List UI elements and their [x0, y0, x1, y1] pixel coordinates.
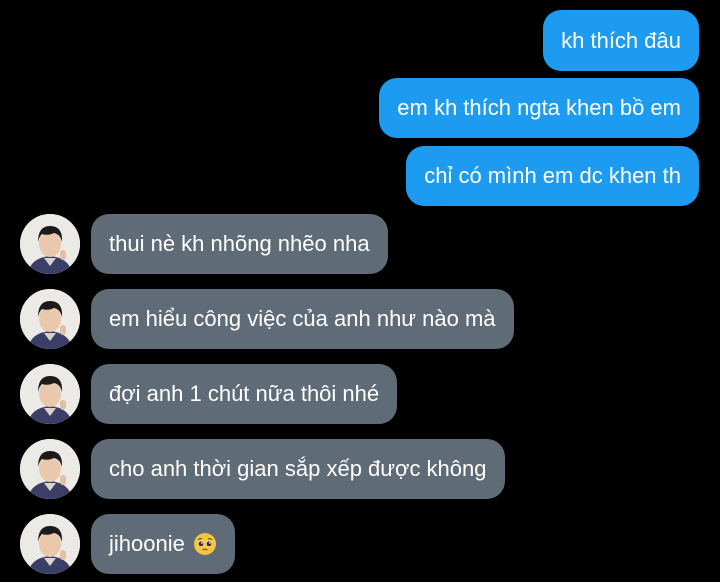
avatar-photo-icon [20, 439, 80, 499]
sent-message-bubble[interactable]: em kh thích ngta khen bồ em [379, 78, 699, 138]
message-text: đợi anh 1 chút nữa thôi nhé [109, 381, 380, 406]
avatar[interactable] [20, 514, 80, 574]
received-message-bubble[interactable]: đợi anh 1 chút nữa thôi nhé [91, 364, 398, 424]
message-text: jihoonie [109, 531, 185, 556]
avatar-photo-icon [20, 364, 80, 424]
received-message-bubble[interactable]: jihoonie [91, 514, 235, 574]
avatar-photo-icon [20, 514, 80, 574]
avatar[interactable] [20, 364, 80, 424]
avatar-photo-icon [20, 214, 80, 274]
message-text: chỉ có mình em dc khen th [424, 163, 681, 188]
received-message-bubble[interactable]: em hiểu công việc của anh như nào mà [91, 289, 514, 349]
sent-message-bubble[interactable]: chỉ có mình em dc khen th [406, 146, 699, 206]
avatar[interactable] [20, 439, 80, 499]
message-text: em hiểu công việc của anh như nào mà [109, 306, 496, 331]
message-text: cho anh thời gian sắp xếp được không [109, 456, 487, 481]
avatar-photo-icon [20, 289, 80, 349]
received-message-bubble[interactable]: cho anh thời gian sắp xếp được không [91, 439, 505, 499]
pleading-face-emoji-icon [193, 533, 216, 555]
sent-message-bubble[interactable]: kh thích đâu [543, 10, 699, 71]
avatar[interactable] [20, 289, 80, 349]
avatar[interactable] [20, 214, 80, 274]
message-text: thui nè kh nhõng nhẽo nha [109, 231, 370, 256]
message-text: kh thích đâu [561, 27, 681, 53]
received-message-bubble[interactable]: thui nè kh nhõng nhẽo nha [91, 214, 388, 274]
message-text: em kh thích ngta khen bồ em [397, 95, 681, 120]
